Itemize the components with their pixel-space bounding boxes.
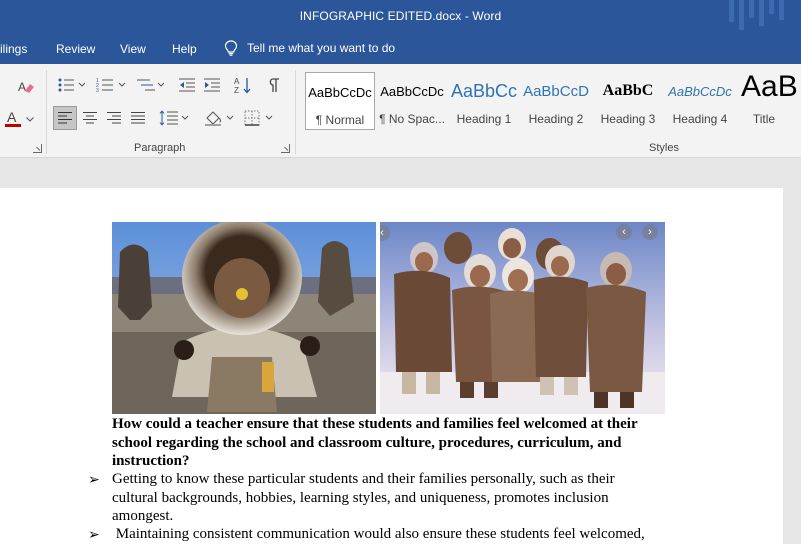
question-line-2: school regarding the school and classroo… bbox=[112, 434, 622, 451]
clear-formatting-button[interactable]: A bbox=[14, 76, 38, 98]
paragraph-dialog-launcher[interactable] bbox=[281, 144, 290, 153]
style-name: Heading 1 bbox=[456, 112, 512, 126]
sort-icon: A Z bbox=[234, 77, 251, 94]
numbering-button[interactable]: 1 2 3 bbox=[93, 74, 129, 96]
style-sample: AaB bbox=[741, 70, 798, 103]
style-name: Heading 3 bbox=[600, 112, 656, 126]
bullet1-line-1: Getting to know these particular student… bbox=[112, 471, 615, 487]
align-right-icon bbox=[107, 112, 121, 124]
carousel-back-icon[interactable]: ‹ bbox=[616, 224, 632, 240]
pilcrow-icon bbox=[269, 78, 279, 92]
increase-indent-icon bbox=[204, 78, 220, 92]
lightbulb-icon bbox=[224, 40, 238, 56]
align-right-button[interactable] bbox=[102, 106, 126, 130]
style-heading-2[interactable]: AaBbCcD Heading 2 bbox=[521, 72, 591, 130]
justify-icon bbox=[131, 112, 145, 124]
style-name: Heading 2 bbox=[528, 112, 584, 126]
bullet-list-icon bbox=[58, 78, 85, 92]
font-dialog-launcher[interactable] bbox=[33, 144, 42, 153]
title-bar: INFOGRAPHIC EDITED.docx - Word bbox=[0, 0, 801, 32]
align-center-button[interactable] bbox=[78, 106, 102, 130]
shading-button[interactable] bbox=[202, 106, 236, 130]
group-divider bbox=[295, 70, 296, 154]
carousel-next-icon[interactable]: › bbox=[642, 224, 658, 240]
paint-bucket-icon bbox=[205, 111, 234, 126]
photo-child-in-parka[interactable] bbox=[112, 222, 376, 414]
style-no-spacing[interactable]: AaBbCcDc ¶ No Spac... bbox=[377, 72, 447, 130]
svg-text:A: A bbox=[7, 109, 17, 125]
window-title: INFOGRAPHIC EDITED.docx - Word bbox=[299, 9, 502, 23]
style-sample: AaBbCc bbox=[450, 81, 518, 101]
style-name: Title bbox=[752, 112, 776, 126]
font-color-button[interactable]: A bbox=[2, 108, 24, 130]
style-name: ¶ Normal bbox=[315, 113, 365, 127]
align-center-icon bbox=[83, 112, 97, 124]
photo-image bbox=[380, 222, 665, 414]
photo-group-of-children[interactable]: ‹ ‹ › bbox=[380, 222, 665, 414]
style-normal[interactable]: AaBbCcDc ¶ Normal bbox=[305, 72, 375, 130]
align-left-button[interactable] bbox=[53, 106, 77, 130]
question-line-3: instruction? bbox=[112, 453, 190, 469]
tab-review[interactable]: Review bbox=[56, 42, 95, 56]
tell-me-label: Tell me what you want to do bbox=[247, 41, 396, 55]
style-heading-1[interactable]: AaBbCc Heading 1 bbox=[449, 72, 519, 130]
font-color-icon: A bbox=[5, 109, 21, 127]
tell-me-search[interactable]: Tell me what you want to do bbox=[224, 39, 395, 57]
svg-text:Z: Z bbox=[234, 86, 239, 94]
bullet-arrow-icon: ➢ bbox=[88, 526, 100, 542]
svg-text:A: A bbox=[18, 80, 26, 94]
line-spacing-icon bbox=[159, 110, 189, 126]
style-sample: AaBbCcDc bbox=[308, 85, 372, 100]
chevron-down-icon bbox=[26, 116, 34, 122]
numbered-list-icon: 1 2 3 bbox=[96, 78, 126, 93]
document-area: ‹ ‹ › How could a teacher ensure that th… bbox=[0, 158, 801, 544]
tab-mailings[interactable]: ilings bbox=[0, 42, 27, 56]
style-heading-3[interactable]: AaBbC Heading 3 bbox=[593, 72, 663, 130]
bullet-arrow-icon: ➢ bbox=[88, 471, 100, 487]
styles-group-label: Styles bbox=[649, 142, 679, 154]
decrease-indent-button[interactable] bbox=[175, 74, 199, 96]
style-sample: AaBbCcD bbox=[523, 83, 589, 100]
decrease-indent-icon bbox=[179, 78, 195, 92]
style-heading-4[interactable]: AaBbCcDc Heading 4 bbox=[665, 72, 735, 130]
ribbon: A A 1 2 3 A Z Paragraph AaBbCcDc ¶ Norma… bbox=[0, 64, 801, 158]
question-line-1: How could a teacher ensure that these st… bbox=[112, 416, 638, 432]
show-formatting-button[interactable] bbox=[262, 74, 286, 96]
multilevel-list-button[interactable] bbox=[133, 74, 167, 96]
style-sample: AaBbCcDc bbox=[668, 84, 732, 99]
borders-icon bbox=[244, 110, 273, 126]
font-color-dropdown[interactable] bbox=[24, 110, 36, 128]
tab-help[interactable]: Help bbox=[172, 42, 197, 56]
paragraph-group-label: Paragraph bbox=[134, 142, 186, 154]
svg-text:A: A bbox=[234, 77, 240, 86]
align-left-icon bbox=[58, 112, 72, 124]
styles-gallery: AaBbCcDc ¶ Normal AaBbCcDc ¶ No Spac... … bbox=[304, 70, 801, 134]
style-sample: AaBbC bbox=[602, 82, 654, 99]
bullets-button[interactable] bbox=[54, 74, 88, 96]
sort-button[interactable]: A Z bbox=[231, 74, 255, 96]
style-title[interactable]: AaB Title bbox=[737, 70, 801, 130]
borders-button[interactable] bbox=[242, 106, 276, 130]
style-name: ¶ No Spac... bbox=[379, 112, 445, 126]
svg-text:3: 3 bbox=[96, 88, 99, 93]
ribbon-tabs: ilings Review View Help Tell me what you… bbox=[0, 32, 801, 64]
bullet2-line-1: Maintaining consistent communication wou… bbox=[112, 526, 645, 542]
justify-button[interactable] bbox=[126, 106, 150, 130]
bullet1-line-3: amongest. bbox=[112, 508, 174, 524]
style-sample: AaBbCcDc bbox=[380, 84, 444, 99]
photo-image bbox=[112, 222, 376, 414]
page-margin bbox=[783, 188, 801, 544]
style-name: Heading 4 bbox=[672, 112, 728, 126]
tab-view[interactable]: View bbox=[120, 42, 146, 56]
eraser-icon: A bbox=[18, 80, 34, 94]
group-divider bbox=[46, 70, 47, 154]
bullet1-line-2: cultural backgrounds, hobbies, learning … bbox=[112, 489, 609, 506]
multilevel-list-icon bbox=[137, 79, 164, 91]
line-spacing-button[interactable] bbox=[157, 106, 191, 130]
increase-indent-button[interactable] bbox=[200, 74, 224, 96]
